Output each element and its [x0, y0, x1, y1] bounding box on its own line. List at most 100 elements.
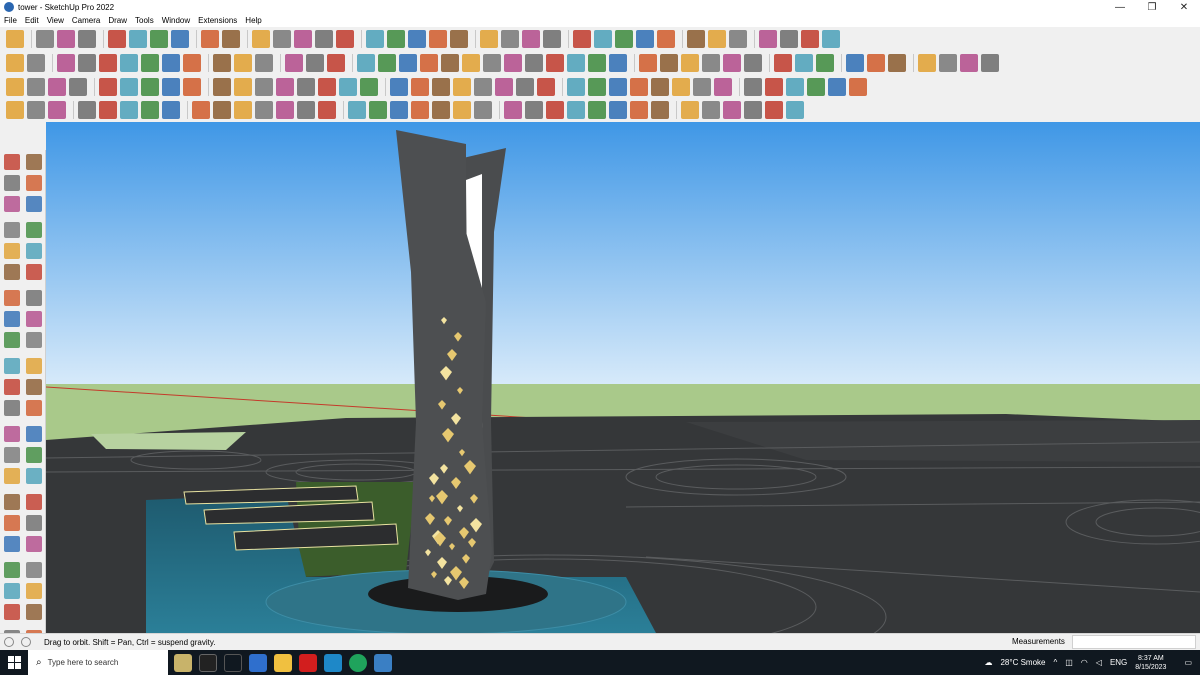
tool-icon[interactable]	[4, 196, 20, 212]
tool-button-icon[interactable]	[516, 78, 534, 96]
tool-button-icon[interactable]	[285, 54, 303, 72]
tool-button-icon[interactable]	[537, 78, 555, 96]
tool-icon[interactable]	[26, 332, 42, 348]
tool-button-icon[interactable]	[213, 54, 231, 72]
tool-button-icon[interactable]	[171, 30, 189, 48]
tool-button-icon[interactable]	[294, 30, 312, 48]
tool-icon[interactable]	[26, 154, 42, 170]
tool-button-icon[interactable]	[849, 78, 867, 96]
tool-button-icon[interactable]	[546, 101, 564, 119]
tool-button-icon[interactable]	[432, 101, 450, 119]
tool-button-icon[interactable]	[273, 30, 291, 48]
tool-button-icon[interactable]	[801, 30, 819, 48]
volume-icon[interactable]: ◁	[1096, 658, 1102, 667]
sketchup-taskbar-icon[interactable]	[374, 653, 392, 672]
tool-button-icon[interactable]	[420, 54, 438, 72]
tool-icon[interactable]	[4, 426, 20, 442]
tool-button-icon[interactable]	[99, 78, 117, 96]
tool-button-icon[interactable]	[213, 101, 231, 119]
tool-button-icon[interactable]	[630, 101, 648, 119]
tool-button-icon[interactable]	[609, 54, 627, 72]
tool-button-icon[interactable]	[255, 101, 273, 119]
tool-button-icon[interactable]	[759, 30, 777, 48]
tool-button-icon[interactable]	[594, 30, 612, 48]
tool-button-icon[interactable]	[867, 54, 885, 72]
tool-button-icon[interactable]	[78, 54, 96, 72]
tool-button-icon[interactable]	[432, 78, 450, 96]
tool-button-icon[interactable]	[567, 54, 585, 72]
tool-button-icon[interactable]	[744, 54, 762, 72]
tool-button-icon[interactable]	[639, 54, 657, 72]
tool-button-icon[interactable]	[357, 54, 375, 72]
acrobat-icon[interactable]	[299, 653, 317, 672]
tool-icon[interactable]	[4, 583, 20, 599]
tool-button-icon[interactable]	[378, 54, 396, 72]
tool-button-icon[interactable]	[234, 54, 252, 72]
tool-button-icon[interactable]	[48, 101, 66, 119]
tool-button-icon[interactable]	[339, 78, 357, 96]
tool-button-icon[interactable]	[960, 54, 978, 72]
tool-button-icon[interactable]	[888, 54, 906, 72]
tool-button-icon[interactable]	[609, 101, 627, 119]
tool-button-icon[interactable]	[822, 30, 840, 48]
tool-button-icon[interactable]	[651, 78, 669, 96]
tool-icon[interactable]	[26, 562, 42, 578]
tool-button-icon[interactable]	[360, 78, 378, 96]
tool-button-icon[interactable]	[723, 54, 741, 72]
tool-button-icon[interactable]	[162, 54, 180, 72]
tool-icon[interactable]	[26, 311, 42, 327]
tool-button-icon[interactable]	[399, 54, 417, 72]
tool-button-icon[interactable]	[744, 101, 762, 119]
tool-button-icon[interactable]	[141, 101, 159, 119]
tool-button-icon[interactable]	[297, 101, 315, 119]
tool-icon[interactable]	[4, 400, 20, 416]
tool-button-icon[interactable]	[120, 78, 138, 96]
tool-button-icon[interactable]	[567, 101, 585, 119]
tool-button-icon[interactable]	[36, 30, 54, 48]
tool-icon[interactable]	[26, 400, 42, 416]
tool-button-icon[interactable]	[462, 54, 480, 72]
tool-button-icon[interactable]	[411, 101, 429, 119]
store-icon[interactable]	[324, 653, 342, 672]
tool-button-icon[interactable]	[816, 54, 834, 72]
tool-button-icon[interactable]	[255, 54, 273, 72]
tool-icon[interactable]	[26, 222, 42, 238]
tool-icon[interactable]	[4, 494, 20, 510]
tool-icon[interactable]	[4, 154, 20, 170]
tool-button-icon[interactable]	[348, 101, 366, 119]
tool-button-icon[interactable]	[336, 30, 354, 48]
tool-button-icon[interactable]	[588, 101, 606, 119]
tool-button-icon[interactable]	[795, 54, 813, 72]
network-icon[interactable]: ◫	[1065, 658, 1073, 667]
tool-button-icon[interactable]	[807, 78, 825, 96]
notifications-icon[interactable]: ▭	[1184, 658, 1192, 667]
tool-icon[interactable]	[4, 562, 20, 578]
tool-button-icon[interactable]	[765, 101, 783, 119]
tool-button-icon[interactable]	[27, 101, 45, 119]
tool-icon[interactable]	[4, 264, 20, 280]
windows-start-button[interactable]	[0, 650, 28, 675]
tool-button-icon[interactable]	[57, 30, 75, 48]
model-scene[interactable]	[46, 122, 1200, 633]
clock[interactable]: 8:37 AM 8/15/2023	[1135, 654, 1174, 672]
tool-icon[interactable]	[26, 196, 42, 212]
tool-button-icon[interactable]	[501, 30, 519, 48]
tool-button-icon[interactable]	[504, 101, 522, 119]
tool-icon[interactable]	[26, 264, 42, 280]
tool-button-icon[interactable]	[306, 54, 324, 72]
tool-button-icon[interactable]	[504, 54, 522, 72]
tool-button-icon[interactable]	[129, 30, 147, 48]
tool-button-icon[interactable]	[546, 54, 564, 72]
app-icon-2[interactable]	[199, 653, 217, 672]
tool-button-icon[interactable]	[252, 30, 270, 48]
menu-window[interactable]: Window	[162, 16, 190, 25]
tool-button-icon[interactable]	[786, 78, 804, 96]
tool-button-icon[interactable]	[660, 54, 678, 72]
close-button[interactable]: ✕	[1168, 0, 1200, 14]
tool-button-icon[interactable]	[183, 78, 201, 96]
tool-icon[interactable]	[4, 243, 20, 259]
tool-button-icon[interactable]	[729, 30, 747, 48]
tool-button-icon[interactable]	[315, 30, 333, 48]
tool-button-icon[interactable]	[213, 78, 231, 96]
tool-button-icon[interactable]	[702, 101, 720, 119]
